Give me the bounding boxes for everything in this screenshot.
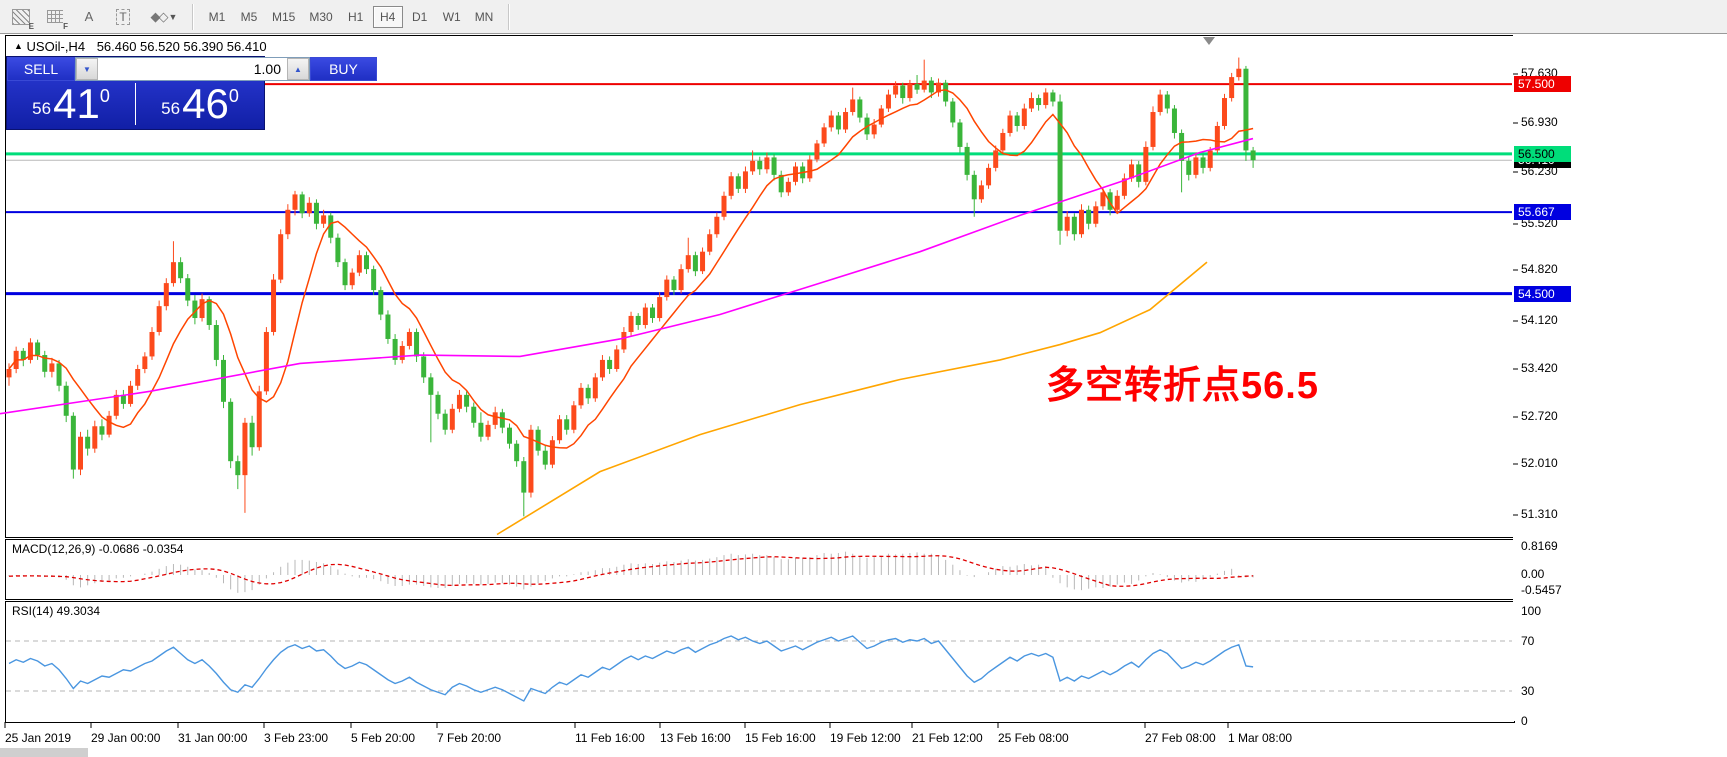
time-axis-label: 19 Feb 12:00 bbox=[830, 731, 901, 745]
indicators-icon[interactable]: E bbox=[8, 5, 34, 29]
toolbar-separator bbox=[508, 4, 509, 30]
time-axis-label: 7 Feb 20:00 bbox=[437, 731, 501, 745]
macd-axis-label: -0.5457 bbox=[1521, 583, 1562, 597]
objects-icon[interactable]: ◆◇▼ bbox=[144, 5, 184, 29]
volume-stepper: ▼ ▲ bbox=[75, 57, 310, 81]
rsi-axis-label: 30 bbox=[1521, 684, 1534, 698]
buy-button[interactable]: BUY bbox=[310, 57, 377, 81]
rsi-axis-label: 100 bbox=[1521, 604, 1541, 618]
toolbar-separator bbox=[192, 4, 193, 30]
scroll-to-end-icon[interactable] bbox=[1203, 37, 1215, 45]
time-axis-label: 21 Feb 12:00 bbox=[912, 731, 983, 745]
volume-increase-button[interactable]: ▲ bbox=[287, 58, 309, 80]
text-label-icon[interactable]: A bbox=[76, 5, 102, 29]
macd-panel-area[interactable] bbox=[5, 539, 1515, 600]
timeframe-button-W1[interactable]: W1 bbox=[437, 6, 467, 28]
sell-price-display[interactable]: 56 41 0 bbox=[7, 81, 135, 127]
macd-axis-label: 0.00 bbox=[1521, 567, 1544, 581]
buy-price-display[interactable]: 56 46 0 bbox=[136, 81, 264, 127]
macd-label: MACD(12,26,9) -0.0686 -0.0354 bbox=[12, 542, 183, 556]
time-axis-label: 1 Mar 08:00 bbox=[1228, 731, 1292, 745]
time-axis-label: 11 Feb 16:00 bbox=[575, 731, 645, 745]
price-axis-label: 53.420 bbox=[1521, 361, 1558, 375]
mt4-window: E F A T ◆◇▼ M1M5M15M30H1H4D1W1MN ▲ USOil… bbox=[0, 0, 1727, 757]
window-corner-stub bbox=[0, 748, 88, 757]
volume-input[interactable] bbox=[98, 58, 287, 80]
time-axis-label: 15 Feb 16:00 bbox=[745, 731, 816, 745]
price-badge: 56.500 bbox=[1514, 146, 1571, 162]
price-axis-label: 56.930 bbox=[1521, 115, 1558, 129]
sell-price-pip: 0 bbox=[100, 86, 110, 107]
time-axis-label: 13 Feb 16:00 bbox=[660, 731, 731, 745]
price-axis-gutter[interactable] bbox=[1513, 35, 1727, 721]
symbol-name: USOil-,H4 bbox=[27, 39, 86, 54]
time-axis-label: 25 Feb 08:00 bbox=[998, 731, 1069, 745]
timeframe-toolbar: M1M5M15M30H1H4D1W1MN bbox=[201, 6, 500, 28]
sell-button[interactable]: SELL bbox=[7, 57, 75, 81]
collapse-triangle-icon[interactable]: ▲ bbox=[14, 41, 23, 51]
chart-title: ▲ USOil-,H4 56.460 56.520 56.390 56.410 bbox=[14, 39, 267, 54]
price-axis-label: 54.120 bbox=[1521, 313, 1558, 327]
price-axis-label: 52.010 bbox=[1521, 456, 1558, 470]
time-axis-label: 27 Feb 08:00 bbox=[1145, 731, 1216, 745]
time-axis-label: 29 Jan 00:00 bbox=[91, 731, 160, 745]
volume-decrease-button[interactable]: ▼ bbox=[76, 58, 98, 80]
buy-price-pip: 0 bbox=[229, 86, 239, 107]
timeframe-button-M5[interactable]: M5 bbox=[234, 6, 264, 28]
timeframe-button-MN[interactable]: MN bbox=[469, 6, 500, 28]
sell-price-prefix: 56 bbox=[32, 99, 51, 119]
time-axis-label: 5 Feb 20:00 bbox=[351, 731, 415, 745]
timeframe-button-M30[interactable]: M30 bbox=[303, 6, 338, 28]
rsi-axis-label: 70 bbox=[1521, 634, 1534, 648]
ohlc-values: 56.460 56.520 56.390 56.410 bbox=[97, 39, 267, 54]
chart-annotation-text[interactable]: 多空转折点56.5 bbox=[1046, 354, 1319, 409]
price-axis-label: 52.720 bbox=[1521, 409, 1558, 423]
timeframe-button-H4[interactable]: H4 bbox=[373, 6, 403, 28]
grid-icon[interactable]: F bbox=[42, 5, 68, 29]
price-badge: 55.667 bbox=[1514, 204, 1571, 220]
buy-price-prefix: 56 bbox=[161, 99, 180, 119]
rsi-label: RSI(14) 49.3034 bbox=[12, 604, 100, 618]
buy-price-main: 46 bbox=[182, 82, 229, 126]
one-click-trading-panel: SELL ▼ ▲ BUY 56 41 0 56 46 0 bbox=[6, 56, 265, 130]
timeframe-button-H1[interactable]: H1 bbox=[341, 6, 371, 28]
text-box-icon[interactable]: T bbox=[110, 5, 136, 29]
time-axis-label: 25 Jan 2019 bbox=[5, 731, 71, 745]
timeframe-button-M1[interactable]: M1 bbox=[202, 6, 232, 28]
timeframe-button-M15[interactable]: M15 bbox=[266, 6, 301, 28]
sell-price-main: 41 bbox=[53, 82, 100, 126]
rsi-axis-label: 0 bbox=[1521, 714, 1528, 728]
price-badge: 57.500 bbox=[1514, 76, 1571, 92]
macd-axis-label: 0.8169 bbox=[1521, 539, 1558, 553]
timeframe-button-D1[interactable]: D1 bbox=[405, 6, 435, 28]
toolbar: E F A T ◆◇▼ M1M5M15M30H1H4D1W1MN bbox=[0, 0, 1727, 34]
price-axis-label: 51.310 bbox=[1521, 507, 1558, 521]
price-badge: 54.500 bbox=[1514, 286, 1571, 302]
rsi-panel-area[interactable] bbox=[5, 601, 1515, 723]
time-axis-label: 3 Feb 23:00 bbox=[264, 731, 328, 745]
time-axis-label: 31 Jan 00:00 bbox=[178, 731, 247, 745]
price-axis-label: 54.820 bbox=[1521, 262, 1558, 276]
